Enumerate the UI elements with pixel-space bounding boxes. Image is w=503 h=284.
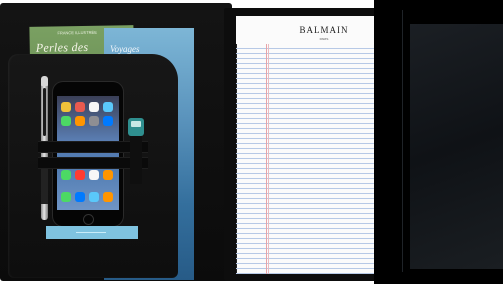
dock-icon — [103, 192, 113, 202]
dock-icon — [75, 192, 85, 202]
app-icon — [61, 116, 71, 126]
app-icon — [89, 116, 99, 126]
blue-brochure-title: Voyages — [110, 44, 140, 54]
usb-loop — [130, 136, 142, 184]
tablet — [374, 0, 503, 284]
pen-clip — [43, 88, 46, 136]
home-button — [83, 214, 94, 225]
green-brochure-small-text: FRANCE ILLUSTRÉE — [57, 29, 97, 36]
pen-grip — [41, 164, 48, 204]
usb-stick — [128, 118, 144, 136]
usb-connector — [131, 121, 141, 127]
app-icon — [103, 170, 113, 180]
margin-line — [266, 44, 267, 274]
smartphone — [53, 82, 123, 226]
dock-icon — [61, 192, 71, 202]
dock-icon — [89, 192, 99, 202]
app-icon — [89, 102, 99, 112]
app-icon — [103, 116, 113, 126]
app-icon — [75, 116, 85, 126]
tablet-screen — [410, 24, 503, 269]
app-icon — [75, 102, 85, 112]
app-icon — [103, 102, 113, 112]
app-icon — [75, 170, 85, 180]
app-icon — [89, 170, 99, 180]
business-card — [46, 226, 138, 239]
pen-cap — [41, 76, 48, 86]
margin-line — [268, 44, 269, 274]
app-icon — [61, 170, 71, 180]
app-icon — [61, 102, 71, 112]
phone-screen — [57, 96, 119, 210]
card-text-line — [76, 232, 106, 233]
